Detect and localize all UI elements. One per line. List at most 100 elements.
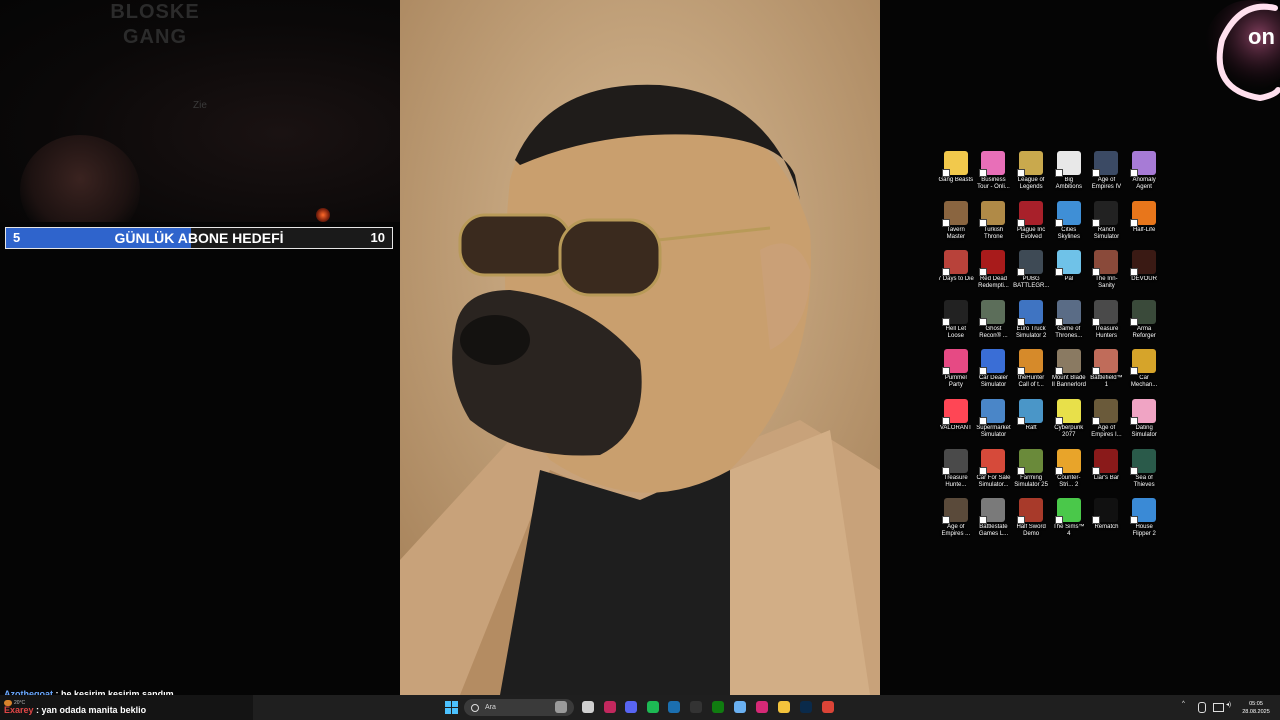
clock-date: 28.08.2025 — [1242, 709, 1270, 715]
desktop-icon-car-mechan[interactable]: Car Mechan... — [1125, 348, 1163, 398]
desktop-icon-label: Supermarket Simulator — [976, 424, 1011, 438]
desktop-icon-cyberpunk-2077[interactable]: Cyberpunk 2077 — [1050, 398, 1088, 448]
desktop-icon-hell-let-loose[interactable]: Hell Let Loose — [937, 299, 975, 349]
desktop-icon-label: Cities Skylines — [1057, 226, 1080, 240]
desktop-icon-age-of-empires-iv[interactable]: Age of Empires IV — [1088, 150, 1126, 200]
chat-text: : yan odada manita beklio — [36, 705, 147, 715]
desktop-icon-age-of-empires[interactable]: Age of Empires ... — [937, 497, 975, 547]
desktop-icon-half-sword-demo[interactable]: Half Sword Demo — [1012, 497, 1050, 547]
desktop-icon-label: Pal — [1064, 276, 1074, 283]
instagram-icon[interactable] — [756, 701, 768, 713]
desktop-icon-the-sims-4[interactable]: The Sims™ 4 — [1050, 497, 1088, 547]
desktop-icon-label: Plague Inc Evolved — [1016, 226, 1046, 240]
desktop-icon-thehunter-call-of-t[interactable]: theHunter Call of t... — [1012, 348, 1050, 398]
spotify-icon[interactable] — [647, 701, 659, 713]
desktop-icon-valorant[interactable]: VALORANT — [937, 398, 975, 448]
desktop-icon-car-dealer-simulator[interactable]: Car Dealer Simulator — [975, 348, 1013, 398]
desktop-icon-anomaly-agent[interactable]: Anomaly Agent — [1125, 150, 1163, 200]
app-icon — [1092, 151, 1119, 177]
desktop-icon-arma-reforger[interactable]: Arma Reforger — [1125, 299, 1163, 349]
desktop-icon-half-life[interactable]: Half-Life — [1125, 200, 1163, 250]
epic-games-icon[interactable] — [690, 701, 702, 713]
app-icon — [941, 151, 968, 177]
network-icon[interactable] — [1213, 703, 1224, 712]
desktop-icon-treasure-hunte[interactable]: Treasure Hunte... — [937, 448, 975, 498]
desktop-icon-gang-beasts[interactable]: Gang Beasts — [937, 150, 975, 200]
app-icon — [1017, 151, 1044, 177]
start-button[interactable] — [445, 701, 458, 714]
desktop-icon-turkish-throne[interactable]: Turkish Throne — [975, 200, 1013, 250]
desktop-icon-mount-blade-ii-bannerlord[interactable]: Mount Blade II Bannerlord — [1050, 348, 1088, 398]
desktop-icon-rematch[interactable]: Rematch — [1088, 497, 1126, 547]
volume-icon[interactable]: ◂) — [1226, 701, 1231, 708]
desktop-icon-farming-simulator-25[interactable]: Farming Simulator 25 — [1012, 448, 1050, 498]
app-icon — [1130, 498, 1157, 525]
desktop-icon-age-of-empires-i[interactable]: Age of Empires I... — [1088, 398, 1126, 448]
system-clock[interactable]: 05:05 28.08.2025 — [1238, 700, 1274, 716]
app-icon — [1054, 151, 1081, 177]
desktop-icon-liar-s-bar[interactable]: Liar's Bar — [1088, 448, 1126, 498]
desktop-icon-the-inn-sanity[interactable]: The Inn-Sanity — [1088, 249, 1126, 299]
desktop-icon-cities-skylines[interactable]: Cities Skylines — [1050, 200, 1088, 250]
desktop-icon-battlefield-1[interactable]: Battlefield™ 1 — [1088, 348, 1126, 398]
app-icon — [979, 498, 1006, 525]
file-explorer-icon[interactable] — [778, 701, 790, 713]
desktop-icon-label: Battlestate Games L... — [978, 524, 1009, 538]
photoshop-icon[interactable] — [800, 701, 812, 713]
desktop-icon-pubg-battlegr[interactable]: PUBG BATTLEGR... — [1012, 249, 1050, 299]
desktop-icon-7-days-to-die[interactable]: 7 Days to Die — [937, 249, 975, 299]
desktop-icon-devour[interactable]: DEVOUR — [1125, 249, 1163, 299]
desktop-icon-label: Age of Empires IV — [1091, 177, 1122, 190]
obs-icon[interactable] — [604, 701, 616, 713]
wall-text: BLOSKE GANG — [110, 1, 200, 48]
desktop-icon-ghost-recon[interactable]: Ghost Recon® ... — [975, 299, 1013, 349]
wallpaper-image — [400, 0, 880, 695]
app-icon — [941, 299, 968, 326]
desktop-icon-dating-simulator[interactable]: Dating Simulator — [1125, 398, 1163, 448]
desktop-icon-label: theHunter Call of t... — [1017, 375, 1045, 389]
search-app-icon[interactable] — [555, 701, 567, 713]
desktop-icon-label: Sea of Thieves — [1133, 474, 1155, 488]
discord-icon[interactable] — [625, 701, 637, 713]
desktop-icon-car-for-sale-simulator[interactable]: Car For Sale Simulator... — [975, 448, 1013, 498]
steam-icon[interactable] — [668, 701, 680, 713]
app-icon — [941, 200, 968, 227]
app-icon — [1130, 398, 1157, 425]
desktop-icon-raft[interactable]: Raft — [1012, 398, 1050, 448]
webcam-overlay: BLOSKE GANG Zie — [0, 0, 400, 222]
chat-username: Exarey — [4, 705, 34, 715]
search-icon — [471, 703, 479, 712]
desktop-icon-label: Hell Let Loose — [945, 325, 966, 339]
desktop-icon-game-of-thrones[interactable]: Game of Thrones... — [1050, 299, 1088, 349]
chrome-icon[interactable] — [822, 701, 834, 713]
desktop-icon-euro-truck-simulator-2[interactable]: Euro Truck Simulator 2 — [1012, 299, 1050, 349]
desktop-icon-pummel-party[interactable]: Pummel Party — [937, 348, 975, 398]
microphone-icon[interactable] — [1198, 702, 1206, 713]
desktop-icon-pal[interactable]: Pal — [1050, 249, 1088, 299]
wall-mark: Zie — [193, 100, 207, 111]
desktop-icon-plague-inc-evolved[interactable]: Plague Inc Evolved — [1012, 200, 1050, 250]
desktop-icon-sea-of-thieves[interactable]: Sea of Thieves — [1125, 448, 1163, 498]
app-icon — [1130, 250, 1157, 277]
desktop-icon-treasure-hunters[interactable]: Treasure Hunters — [1088, 299, 1126, 349]
desktop-icon-business-tour-onli[interactable]: Business Tour - Onli... — [975, 150, 1013, 200]
subscriber-goal-bar: 5 GÜNLÜK ABONE HEDEFİ 10 — [5, 227, 393, 249]
desktop-icon-house-flipper-2[interactable]: House Flipper 2 — [1125, 497, 1163, 547]
desktop-icon-supermarket-simulator[interactable]: Supermarket Simulator — [975, 398, 1013, 448]
desktop-icon-red-dead-redempti[interactable]: Red Dead Redempti... — [975, 249, 1013, 299]
desktop-icon-counter-stri-2[interactable]: Counter-Stri... 2 — [1050, 448, 1088, 498]
desktop-icon-big-ambitions[interactable]: Big Ambitions — [1050, 150, 1088, 200]
copilot-icon[interactable] — [734, 701, 746, 713]
xbox-icon[interactable] — [712, 701, 724, 713]
tray-overflow-chevron-icon[interactable]: ^ — [1182, 701, 1185, 707]
app-icon — [1054, 349, 1081, 376]
desktop-icon-label: Tavern Master — [946, 226, 965, 240]
desktop-icon-battlestate-games-l[interactable]: Battlestate Games L... — [975, 497, 1013, 547]
app-icon — [941, 250, 968, 277]
desktop-icon-tavern-master[interactable]: Tavern Master — [937, 200, 975, 250]
desktop-icon-ranch-simulator[interactable]: Ranch Simulator — [1088, 200, 1126, 250]
desktop-icon-league-of-legends[interactable]: League of Legends — [1012, 150, 1050, 200]
task-view-icon[interactable] — [582, 701, 594, 713]
desktop-icon-label: Ranch Simulator — [1093, 226, 1120, 240]
streamer-silhouette — [20, 135, 140, 222]
